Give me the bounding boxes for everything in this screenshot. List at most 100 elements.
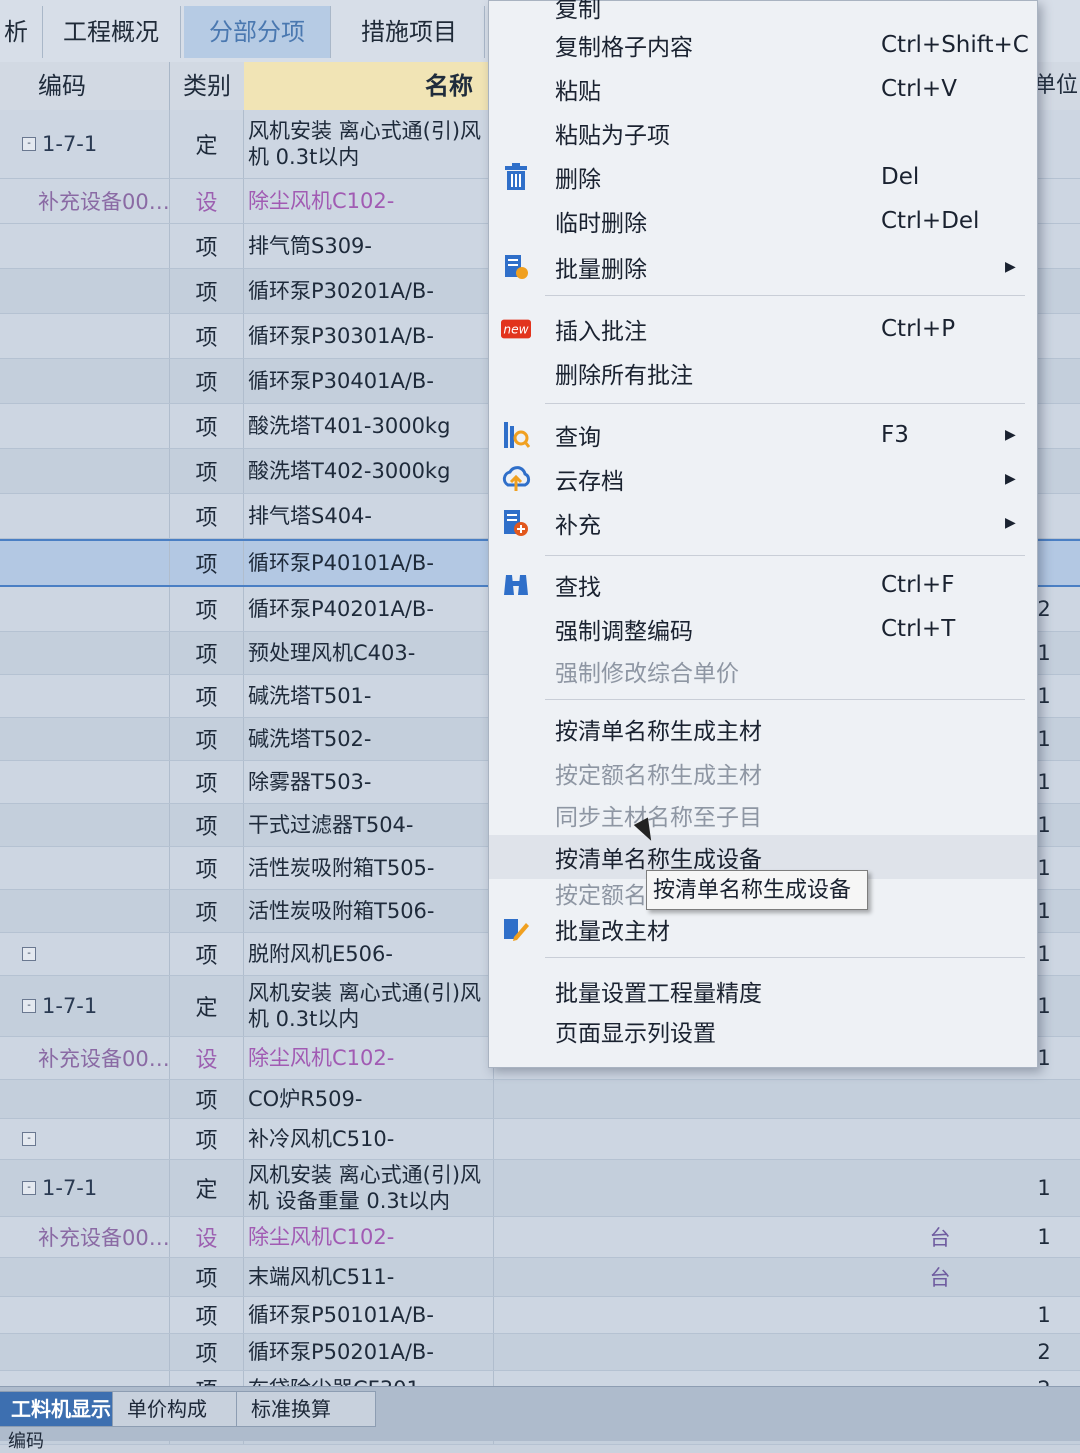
row-name[interactable]: 循环泵P40201A/B- — [244, 587, 494, 631]
row-code[interactable] — [0, 761, 170, 803]
row-name[interactable]: 风机安装 离心式通(引)风机 0.3t以内 — [244, 976, 494, 1036]
menu-item-delete[interactable]: 删除 Del — [489, 155, 1037, 199]
row-type[interactable]: 项 — [170, 804, 244, 846]
row-type[interactable]: 设 — [170, 1037, 244, 1079]
row-name[interactable]: 除尘风机C102- — [244, 179, 494, 223]
row-name[interactable]: 循环泵P30401A/B- — [244, 359, 494, 403]
row-type[interactable]: 设 — [170, 1217, 244, 1257]
row-code[interactable] — [0, 541, 170, 585]
table-row[interactable]: 项循环泵P50201A/B- 2 — [0, 1334, 1080, 1371]
tab-materials-display[interactable]: 工料机显示 — [0, 1391, 126, 1427]
row-name[interactable]: 碱洗塔T502- — [244, 718, 494, 760]
row-code[interactable] — [0, 449, 170, 493]
table-row[interactable]: -1-7-1 定风机安装 离心式通(引)风机 设备重量 0.3t以内 1 — [0, 1160, 1080, 1217]
row-name[interactable]: 碱洗塔T501- — [244, 675, 494, 717]
menu-item-paste-child[interactable]: 粘贴为子项 — [489, 111, 1037, 155]
row-type[interactable]: 定 — [170, 110, 244, 178]
row-name[interactable]: 酸洗塔T402-3000kg — [244, 449, 494, 493]
menu-item-copy-cell[interactable]: 复制格子内容 Ctrl+Shift+C — [489, 23, 1037, 67]
menu-item-column-settings[interactable]: 页面显示列设置 — [489, 1009, 1037, 1053]
row-code[interactable] — [0, 890, 170, 932]
row-type[interactable]: 项 — [170, 1258, 244, 1296]
menu-item-insert-note[interactable]: new 插入批注 Ctrl+P — [489, 307, 1037, 351]
row-type[interactable]: 项 — [170, 541, 244, 585]
row-name[interactable]: 除雾器T503- — [244, 761, 494, 803]
row-type[interactable]: 项 — [170, 675, 244, 717]
column-header-name[interactable]: 名称 — [244, 62, 494, 110]
row-type[interactable]: 项 — [170, 632, 244, 674]
menu-item-query[interactable]: 查询 F3 ▶ — [489, 413, 1037, 457]
row-type[interactable]: 项 — [170, 847, 244, 889]
row-name[interactable]: 循环泵P50201A/B- — [244, 1334, 494, 1370]
row-name[interactable]: 活性炭吸附箱T506- — [244, 890, 494, 932]
menu-item-paste[interactable]: 粘贴 Ctrl+V — [489, 67, 1037, 111]
row-code[interactable] — [0, 359, 170, 403]
tree-collapse-icon[interactable]: - — [22, 137, 36, 151]
tree-collapse-icon[interactable]: - — [22, 1181, 36, 1195]
menu-item-cloud[interactable]: 云存档 ▶ — [489, 457, 1037, 501]
row-type[interactable]: 项 — [170, 587, 244, 631]
row-type[interactable]: 项 — [170, 359, 244, 403]
menu-item-find[interactable]: 查找 Ctrl+F — [489, 563, 1037, 607]
menu-item-temp-delete[interactable]: 临时删除 Ctrl+Del — [489, 199, 1037, 243]
row-name[interactable]: 脱附风机E506- — [244, 933, 494, 975]
tab-project-overview[interactable]: 工程概况 — [42, 6, 181, 58]
row-code[interactable]: - — [0, 1119, 170, 1159]
row-name[interactable]: 排气塔S404- — [244, 494, 494, 538]
row-name[interactable]: 风机安装 离心式通(引)风机 设备重量 0.3t以内 — [244, 1160, 494, 1216]
table-row[interactable]: 项 CO炉R509- — [0, 1080, 1080, 1119]
row-name[interactable]: 预处理风机C403- — [244, 632, 494, 674]
row-code[interactable]: 补充设备00… — [0, 1217, 170, 1257]
row-type[interactable]: 项 — [170, 269, 244, 313]
row-code[interactable] — [0, 804, 170, 846]
column-header-code[interactable]: 编码 — [0, 62, 170, 110]
menu-item-force-price[interactable]: 强制修改综合单价 — [489, 649, 1037, 693]
tab-standard-conversion[interactable]: 标准换算 — [236, 1391, 376, 1427]
row-name[interactable]: 风机安装 离心式通(引)风机 0.3t以内 — [244, 110, 494, 178]
row-type[interactable]: 项 — [170, 1080, 244, 1118]
table-row[interactable]: 项末端风机C511- 台 — [0, 1258, 1080, 1297]
row-quantity[interactable]: 1 — [1008, 1160, 1080, 1216]
row-name[interactable]: 活性炭吸附箱T505- — [244, 847, 494, 889]
menu-item-batch-main[interactable]: 批量改主材 — [489, 907, 1037, 951]
row-type[interactable]: 项 — [170, 1297, 244, 1333]
table-row[interactable]: - 项补冷风机C510- — [0, 1119, 1080, 1160]
row-name[interactable]: 干式过滤器T504- — [244, 804, 494, 846]
row-type[interactable]: 项 — [170, 449, 244, 493]
row-code[interactable] — [0, 269, 170, 313]
menu-item-gen-main-quota[interactable]: 按定额名称生成主材 — [489, 751, 1037, 795]
row-code[interactable] — [0, 718, 170, 760]
row-name[interactable]: 除尘风机C102- — [244, 1217, 494, 1257]
table-row[interactable]: 项循环泵P50101A/B- 1 — [0, 1297, 1080, 1334]
tab-analysis[interactable]: 析 — [0, 6, 43, 58]
row-type[interactable]: 项 — [170, 890, 244, 932]
row-code[interactable] — [0, 632, 170, 674]
column-header-type[interactable]: 类别 — [170, 62, 245, 110]
menu-item-batch-precision[interactable]: 批量设置工程量精度 — [489, 969, 1037, 1013]
row-type[interactable]: 项 — [170, 494, 244, 538]
row-code[interactable]: - — [0, 933, 170, 975]
menu-item-gen-main-list[interactable]: 按清单名称生成主材 — [489, 707, 1037, 751]
row-quantity[interactable]: 2 — [1008, 1334, 1080, 1370]
row-code[interactable] — [0, 404, 170, 448]
row-name[interactable]: 除尘风机C102- — [244, 1037, 494, 1079]
row-quantity[interactable]: 1 — [1008, 1217, 1080, 1257]
row-name[interactable]: 排气筒S309- — [244, 224, 494, 268]
row-code[interactable] — [0, 1080, 170, 1118]
row-type[interactable]: 项 — [170, 933, 244, 975]
row-code[interactable]: -1-7-1 — [0, 976, 170, 1036]
menu-item-batch-delete[interactable]: 批量删除 ▶ — [489, 245, 1037, 289]
row-code[interactable]: 补充设备00… — [0, 1037, 170, 1079]
row-code[interactable] — [0, 587, 170, 631]
row-code[interactable] — [0, 224, 170, 268]
row-code[interactable] — [0, 494, 170, 538]
row-code[interactable] — [0, 847, 170, 889]
row-type[interactable]: 项 — [170, 718, 244, 760]
row-name[interactable]: 循环泵P50101A/B- — [244, 1297, 494, 1333]
row-code[interactable] — [0, 1334, 170, 1370]
row-code[interactable] — [0, 314, 170, 358]
tree-collapse-icon[interactable]: - — [22, 999, 36, 1013]
row-name[interactable]: 循环泵P30201A/B- — [244, 269, 494, 313]
tab-measures[interactable]: 措施项目 — [334, 6, 485, 58]
row-code[interactable]: -1-7-1 — [0, 1160, 170, 1216]
